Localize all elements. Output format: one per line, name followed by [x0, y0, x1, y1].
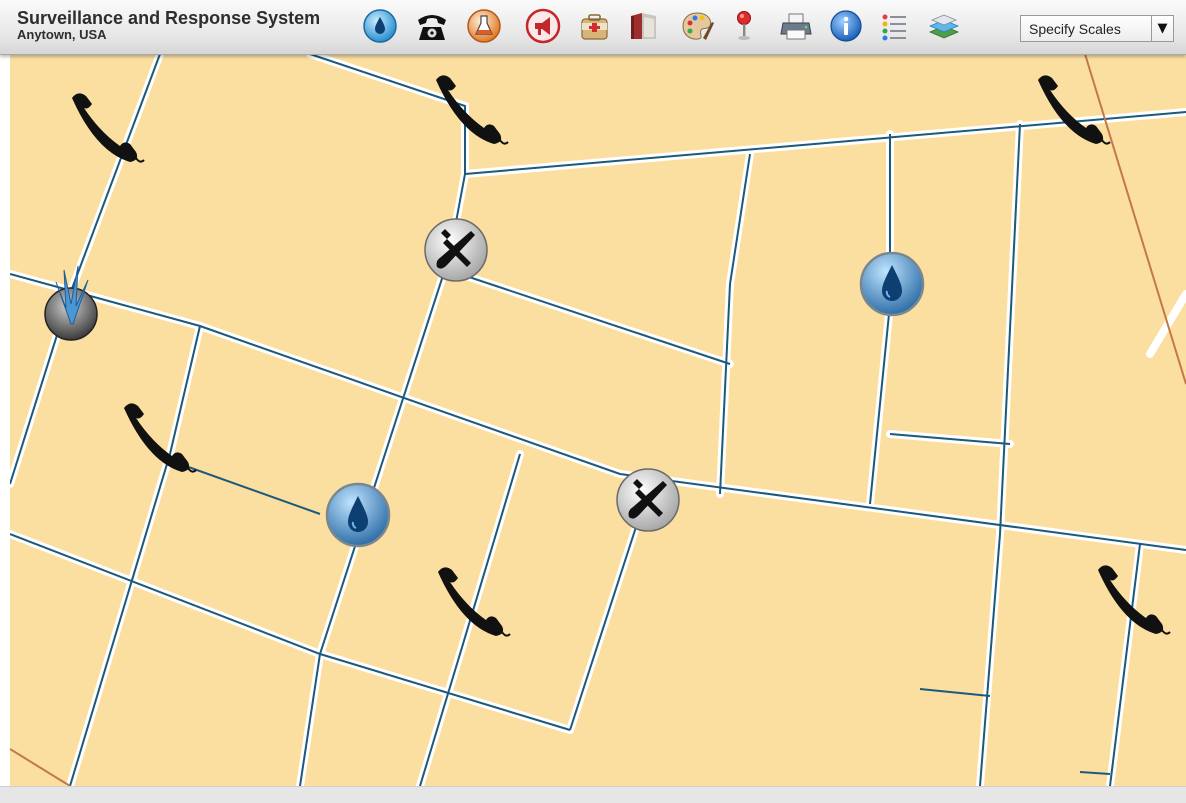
telephone-icon	[1098, 565, 1171, 635]
telephone-marker[interactable]	[1092, 560, 1172, 640]
telephone-marker[interactable]	[66, 88, 146, 168]
wrench-screwdriver-icon	[424, 218, 488, 282]
layers-tool-button[interactable]	[926, 8, 962, 44]
lab-test-tool-button[interactable]	[466, 8, 502, 44]
scale-select[interactable]: Specify Scales ▼	[1020, 15, 1174, 42]
water-drop-icon	[363, 9, 397, 43]
map-pin-icon	[737, 11, 751, 40]
list-icon	[882, 14, 906, 41]
symbology-tool-button[interactable]	[679, 8, 715, 44]
app-title: Surveillance and Response System	[17, 8, 321, 28]
telephone-marker[interactable]	[430, 70, 510, 150]
first-aid-tool-button[interactable]	[576, 8, 612, 44]
map-canvas[interactable]	[10, 54, 1186, 786]
first-aid-kit-icon	[581, 14, 608, 40]
telephone-tool-button[interactable]	[414, 8, 450, 44]
printer-icon	[780, 13, 812, 40]
layers-icon	[928, 14, 960, 39]
location-subtitle: Anytown, USA	[17, 27, 107, 42]
telephone-icon	[124, 403, 197, 473]
print-tool-button[interactable]	[778, 8, 814, 44]
pushpin-tool-button[interactable]	[726, 8, 762, 44]
telephone-icon	[1038, 75, 1111, 145]
repair-marker[interactable]	[615, 467, 681, 533]
chevron-down-icon[interactable]: ▼	[1151, 16, 1173, 41]
alert-tool-button[interactable]	[525, 8, 561, 44]
telephone-marker[interactable]	[118, 398, 198, 478]
scale-select-value: Specify Scales	[1029, 21, 1121, 37]
reports-tool-button[interactable]	[626, 8, 662, 44]
telephone-icon	[438, 567, 511, 637]
water-drop-icon	[325, 482, 391, 548]
water-drop-tool-button[interactable]	[362, 8, 398, 44]
telephone-icon	[72, 93, 145, 163]
plant-icon	[44, 265, 98, 341]
megaphone-icon	[525, 8, 561, 44]
wrench-screwdriver-icon	[616, 468, 680, 532]
info-tool-button[interactable]	[828, 8, 864, 44]
water-marker[interactable]	[859, 251, 925, 317]
telephone-marker[interactable]	[432, 562, 512, 642]
repair-marker[interactable]	[423, 217, 489, 283]
info-icon	[830, 10, 862, 42]
app-window: Surveillance and Response System Anytown…	[0, 0, 1186, 803]
telephone-icon	[436, 75, 509, 145]
water-drop-icon	[859, 251, 925, 317]
status-bar	[0, 786, 1186, 803]
telephone-marker[interactable]	[1032, 70, 1112, 150]
water-marker[interactable]	[325, 482, 391, 548]
telephone-icon	[418, 15, 446, 40]
legend-tool-button[interactable]	[876, 8, 912, 44]
vegetation-marker[interactable]	[40, 262, 102, 342]
lab-flask-icon	[467, 9, 501, 43]
paint-palette-icon	[682, 12, 714, 40]
book-icon	[631, 13, 656, 39]
title-bar: Surveillance and Response System Anytown…	[0, 0, 1186, 55]
